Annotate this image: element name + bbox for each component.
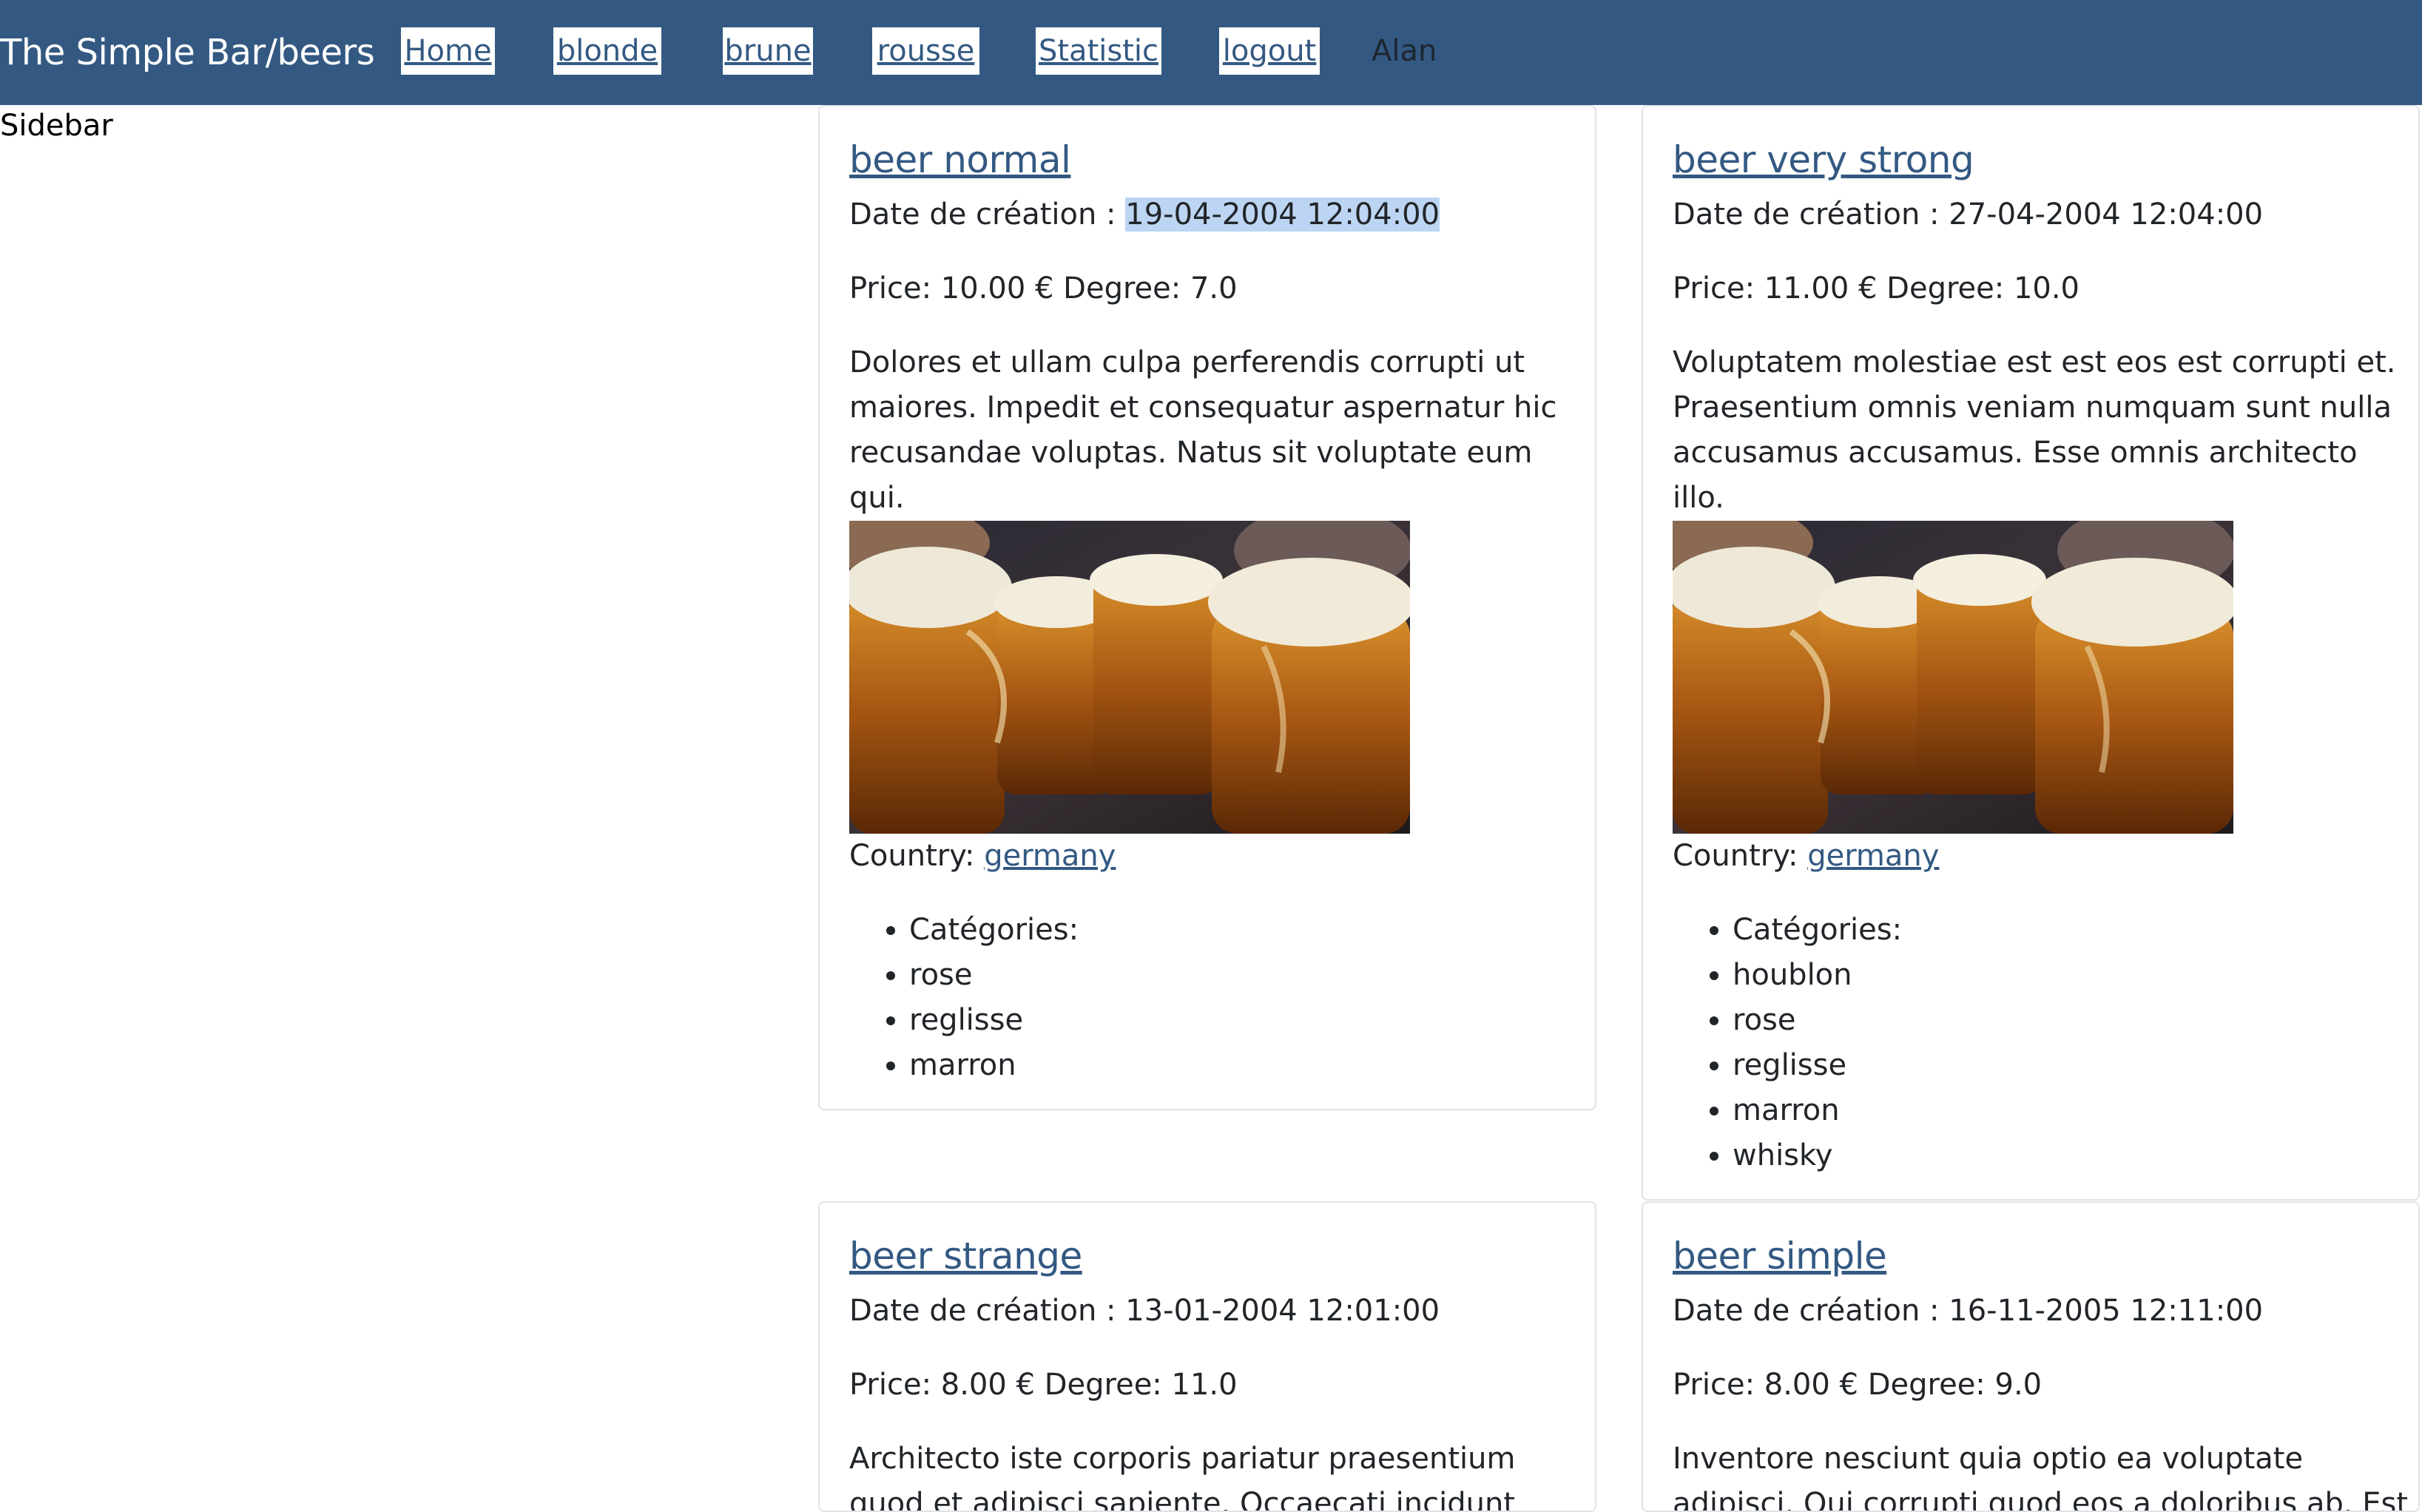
category-list: Catégories: houblon rose reglisse marron… [1673,908,2405,1178]
category-item: marron [1733,1088,2405,1133]
category-list: Catégories: rose reglisse marron [849,908,1582,1088]
beer-card: beer strange Date de création : 13-01-20… [818,1201,1596,1512]
nav-home-link[interactable]: Home [401,27,495,75]
beer-card: beer simple Date de création : 16-11-200… [1642,1201,2420,1512]
country-line: Country: germany [849,834,1582,878]
creation-date: Date de création : 27-04-2004 12:04:00 [1673,192,2405,237]
beer-title-link[interactable]: beer very strong [1673,138,1974,181]
beer-title-link[interactable]: beer simple [1673,1235,1887,1278]
creation-date-label: Date de création : [849,1294,1126,1328]
category-heading: Catégories: [1733,908,2405,953]
creation-date-value: 19-04-2004 12:04:00 [1125,198,1440,232]
beer-description: Voluptatem molestiae est est eos est cor… [1673,345,2396,515]
beer-card: beer very strong Date de création : 27-0… [1642,105,2420,1201]
creation-date-label: Date de création : [849,198,1126,232]
creation-date-value: 27-04-2004 12:04:00 [1949,198,2264,232]
beer-card: beer normal Date de création : 19-04-200… [818,105,1596,1110]
category-item: whisky [1733,1133,2405,1178]
category-item: houblon [1733,953,2405,998]
username-label: Alan [1372,34,1437,68]
category-heading: Catégories: [909,908,1582,953]
beer-glasses-image [849,521,1410,834]
category-item: reglisse [1733,1043,2405,1088]
category-item: reglisse [909,998,1582,1043]
creation-date: Date de création : 19-04-2004 12:04:00 [849,192,1582,237]
creation-date-value: 16-11-2005 12:11:00 [1949,1294,2264,1328]
price-degree: Price: 10.00 € Degree: 7.0 [849,271,1238,306]
price-degree: Price: 8.00 € Degree: 9.0 [1673,1368,2042,1402]
category-item: marron [909,1043,1582,1088]
category-item: rose [1733,998,2405,1043]
category-item: rose [909,953,1582,998]
creation-date-label: Date de création : [1673,1294,1949,1328]
beer-description: Dolores et ullam culpa perferendis corru… [849,345,1557,515]
nav-brune-link[interactable]: brune [723,27,813,75]
country-link[interactable]: germany [1807,839,1939,873]
country-line: Country: germany [1673,834,2405,878]
beer-title-link[interactable]: beer strange [849,1235,1082,1278]
top-navbar: The Simple Bar/beers Home blonde brune r… [0,0,2422,105]
beer-title-link[interactable]: beer normal [849,138,1071,181]
brand-title[interactable]: The Simple Bar/beers [0,0,375,105]
beer-description: Architecto iste corporis pariatur praese… [849,1442,1516,1512]
country-label: Country: [1673,839,1808,873]
sidebar-label: Sidebar [0,109,113,143]
price-degree: Price: 8.00 € Degree: 11.0 [849,1368,1238,1402]
nav-logout-link[interactable]: logout [1219,27,1320,75]
creation-date: Date de création : 13-01-2004 12:01:00 [849,1289,1582,1333]
country-link[interactable]: germany [984,839,1116,873]
creation-date-label: Date de création : [1673,198,1949,232]
country-label: Country: [849,839,985,873]
beer-description: Inventore nesciunt quia optio ea volupta… [1673,1442,2409,1512]
price-degree: Price: 11.00 € Degree: 10.0 [1673,271,2079,306]
nav-blonde-link[interactable]: blonde [553,27,661,75]
creation-date: Date de création : 16-11-2005 12:11:00 [1673,1289,2405,1333]
beer-glasses-image [1673,521,2233,834]
creation-date-value: 13-01-2004 12:01:00 [1125,1294,1440,1328]
nav-statistic-link[interactable]: Statistic [1036,27,1161,75]
nav-rousse-link[interactable]: rousse [872,27,979,75]
